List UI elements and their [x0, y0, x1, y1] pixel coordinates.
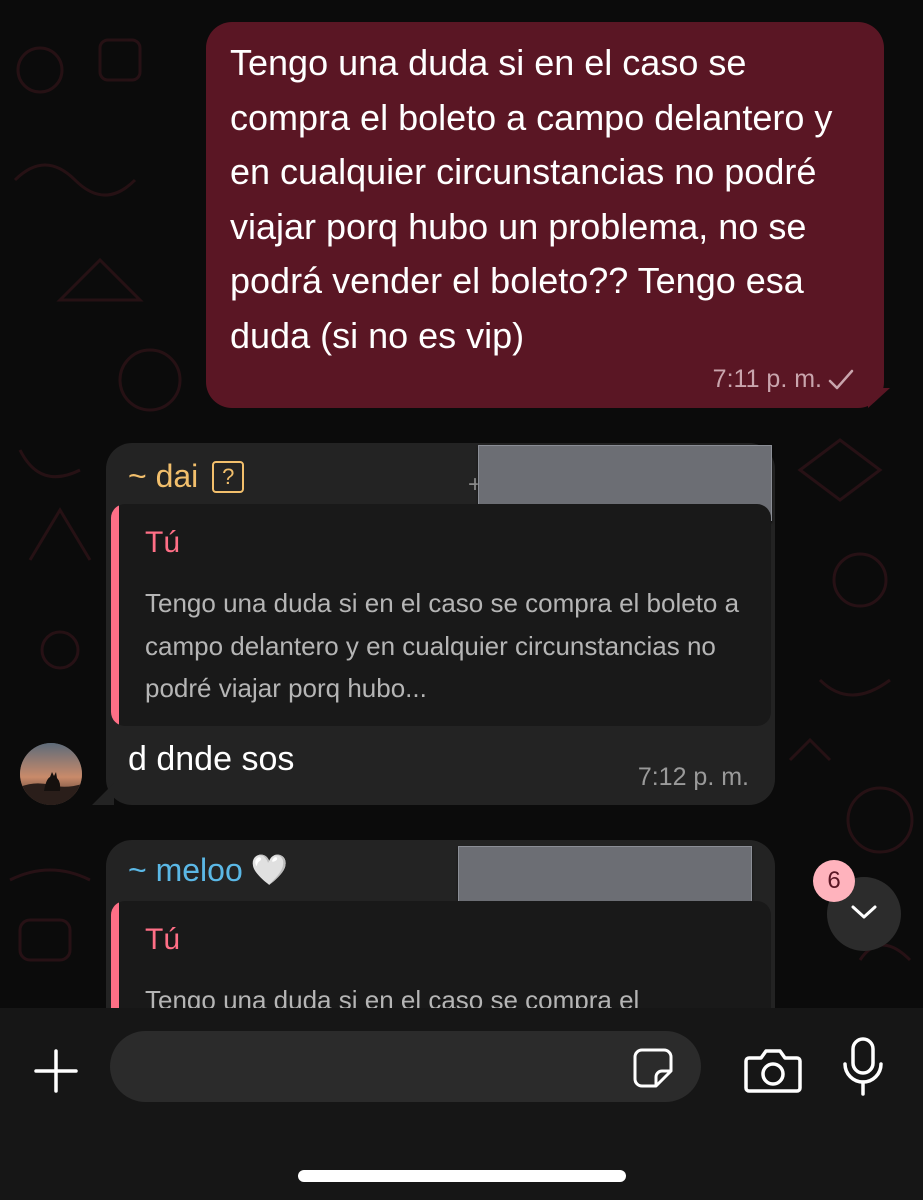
- unknown-char-icon: ?: [212, 460, 245, 493]
- chevron-down-icon: [849, 902, 879, 927]
- incoming-message-text: d dnde sos: [128, 740, 295, 778]
- sent-check-icon: [828, 369, 854, 391]
- message-meta: 7:11 p. m.: [713, 365, 854, 394]
- outgoing-message-bubble[interactable]: Tengo una duda si en el caso se compra e…: [206, 22, 884, 408]
- quote-accent-bar: [111, 504, 119, 726]
- outgoing-message-text: Tengo una duda si en el caso se compra e…: [230, 42, 843, 356]
- incoming-bubble-tail: [92, 783, 114, 805]
- sender-name[interactable]: ~ dai ?: [128, 458, 245, 495]
- plus-icon[interactable]: [28, 1043, 84, 1099]
- composer-bar: [0, 1008, 923, 1200]
- sender-name[interactable]: ~ meloo 🤍: [128, 852, 288, 889]
- incoming-message-bubble[interactable]: ~ dai ? + Tú Tengo una duda si en el cas…: [106, 443, 775, 805]
- message-time: 7:12 p. m.: [637, 763, 749, 791]
- quoted-sender: Tú: [145, 923, 181, 956]
- home-indicator: [298, 1170, 626, 1182]
- white-heart-icon: 🤍: [250, 854, 289, 887]
- microphone-icon[interactable]: [840, 1036, 886, 1100]
- camera-icon[interactable]: [743, 1044, 803, 1096]
- unread-count-badge: 6: [813, 860, 855, 902]
- quoted-reply[interactable]: Tú Tengo una duda si en el caso se compr…: [111, 504, 771, 726]
- message-time: 7:11 p. m.: [712, 365, 822, 393]
- outgoing-bubble-tail: [868, 388, 890, 408]
- avatar[interactable]: [20, 743, 82, 805]
- quoted-sender: Tú: [145, 526, 181, 559]
- quoted-text: Tengo una duda si en el caso se compra e…: [145, 588, 747, 703]
- message-input[interactable]: [110, 1031, 701, 1102]
- sticker-icon[interactable]: [632, 1047, 674, 1089]
